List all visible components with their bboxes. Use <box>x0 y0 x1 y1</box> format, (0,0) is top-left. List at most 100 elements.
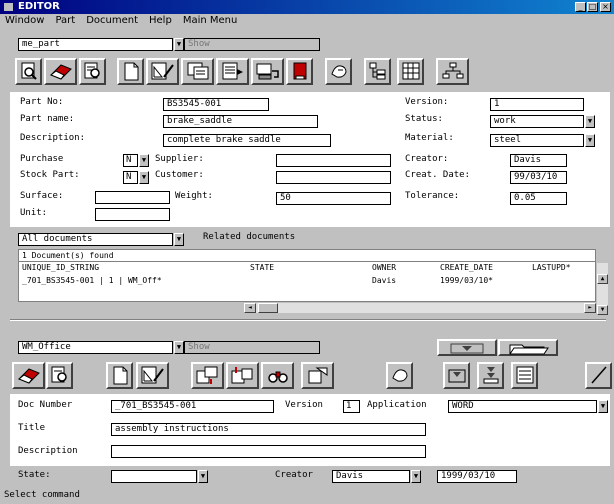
status-field[interactable]: work <box>490 115 584 128</box>
new-doc-button[interactable] <box>117 58 144 85</box>
surface-field[interactable] <box>95 191 170 204</box>
customer-field[interactable] <box>276 171 391 184</box>
doc-creator-field[interactable]: Davis <box>332 470 410 483</box>
column-create-date[interactable]: CREATE_DATE <box>440 262 493 273</box>
close-button[interactable]: × <box>600 2 611 12</box>
document-filter-select[interactable]: All documents <box>18 233 173 246</box>
office-show-field[interactable]: Show <box>184 341 320 354</box>
stock-part-field[interactable]: N <box>123 171 138 184</box>
unit-field[interactable] <box>95 208 170 221</box>
view-button[interactable] <box>79 58 106 85</box>
state-label: State: <box>18 470 51 480</box>
part-type-select[interactable]: me_part <box>18 38 173 51</box>
report-button[interactable] <box>216 58 249 85</box>
column-owner[interactable]: OWNER <box>372 262 396 273</box>
doc-drawing-button[interactable] <box>136 362 169 389</box>
doc-new-button[interactable] <box>106 362 133 389</box>
blank-page-icon <box>124 62 138 81</box>
scroll-up-button[interactable]: ▲ <box>597 274 608 284</box>
column-lastupd[interactable]: LASTUPD* <box>532 262 571 273</box>
search-doc-icon <box>21 62 37 80</box>
purchase-field[interactable]: N <box>123 154 138 167</box>
drawing-button[interactable] <box>146 58 179 85</box>
grid-table-icon <box>402 62 419 80</box>
erase-button[interactable] <box>44 58 77 85</box>
doc-list-button[interactable] <box>511 362 538 389</box>
folder-icon <box>509 344 549 355</box>
table-row[interactable]: _701_BS3545-001 | 1 | WM_Off* Davis 1999… <box>19 274 595 286</box>
doc-date-field[interactable]: 1999/03/10 <box>437 470 517 483</box>
creat-date-field[interactable]: 99/03/10 <box>510 171 567 184</box>
find-button[interactable] <box>261 362 294 389</box>
supplier-field[interactable] <box>276 154 391 167</box>
hierarchy-button[interactable] <box>436 58 469 85</box>
tolerance-field[interactable]: 0.05 <box>510 192 567 205</box>
doc-erase-button[interactable] <box>12 362 45 389</box>
office-select[interactable]: WM_Office <box>18 341 173 354</box>
application-field[interactable]: WORD <box>448 400 597 413</box>
book-button[interactable] <box>286 58 313 85</box>
doc-number-field[interactable]: _701_BS3545-001 <box>111 400 274 413</box>
weight-field[interactable]: 50 <box>276 192 391 205</box>
scroll-left-button[interactable]: ◄ <box>244 303 256 313</box>
column-unique-id[interactable]: UNIQUE_ID_STRING <box>22 262 99 273</box>
application-dropdown-icon[interactable]: ▼ <box>598 400 608 413</box>
status-bar-text: Select command <box>4 490 80 500</box>
doc-merge-button[interactable] <box>477 362 504 389</box>
material-field[interactable]: steel <box>490 134 584 147</box>
part-no-field[interactable]: BS3545-001 <box>163 98 269 111</box>
search-button[interactable] <box>15 58 42 85</box>
status-dropdown-icon[interactable]: ▼ <box>585 115 595 128</box>
weight-label: Weight: <box>175 191 213 201</box>
part-name-field[interactable]: brake_saddle <box>163 115 318 128</box>
state-dropdown-icon[interactable]: ▼ <box>198 470 208 483</box>
document-filter-dropdown-icon[interactable]: ▼ <box>174 233 184 246</box>
part-type-dropdown-icon[interactable]: ▼ <box>174 38 184 51</box>
material-dropdown-icon[interactable]: ▼ <box>585 134 595 147</box>
part-no-label: Part No: <box>20 97 64 107</box>
open-doc-button[interactable] <box>301 362 334 389</box>
horizontal-scroll-thumb[interactable] <box>258 303 278 313</box>
menu-main-menu[interactable]: Main Menu <box>183 14 238 27</box>
maximize-button[interactable]: □ <box>587 2 598 12</box>
doc-creator-dropdown-icon[interactable]: ▼ <box>411 470 421 483</box>
doc-view-button[interactable] <box>46 362 73 389</box>
move-down-button[interactable] <box>437 339 497 356</box>
column-state[interactable]: STATE <box>250 262 274 273</box>
open-folder-button[interactable] <box>498 339 558 356</box>
minimize-button[interactable]: _ <box>575 2 586 12</box>
doc-description-field[interactable] <box>111 445 426 458</box>
scroll-down-button[interactable]: ▼ <box>597 305 608 315</box>
description-field[interactable]: complete brake saddle <box>163 134 331 147</box>
doc-description-label: Description <box>18 446 78 456</box>
doc-sign-button[interactable] <box>386 362 413 389</box>
horizontal-scrollbar[interactable] <box>244 303 596 313</box>
part-show-field[interactable]: Show <box>184 38 320 51</box>
doc-version-field[interactable]: 1 <box>343 400 360 413</box>
structure-button[interactable] <box>364 58 391 85</box>
doc-download-button[interactable] <box>443 362 470 389</box>
doc-edit-button[interactable] <box>585 362 612 389</box>
menu-part[interactable]: Part <box>55 14 75 27</box>
eraser-icon <box>49 64 72 80</box>
menu-help[interactable]: Help <box>149 14 172 27</box>
table-button[interactable] <box>397 58 424 85</box>
office-dropdown-icon[interactable]: ▼ <box>174 341 184 354</box>
sign-button[interactable] <box>325 58 352 85</box>
checkin-button[interactable] <box>226 362 259 389</box>
creator-label: Creator: <box>405 154 449 164</box>
menu-window[interactable]: Window <box>5 14 44 27</box>
copy-button[interactable] <box>181 58 214 85</box>
checkout-button[interactable] <box>191 362 224 389</box>
creator-field[interactable]: Davis <box>510 154 567 167</box>
version-field[interactable]: 1 <box>490 98 584 111</box>
keyboard-export-icon <box>256 63 279 80</box>
scroll-right-button[interactable]: ► <box>584 303 596 313</box>
purchase-dropdown-icon[interactable]: ▼ <box>139 154 149 167</box>
menu-document[interactable]: Document <box>86 14 138 27</box>
state-field[interactable] <box>111 470 197 483</box>
doc-title-field[interactable]: assembly instructions <box>111 423 426 436</box>
export-button[interactable] <box>251 58 284 85</box>
stock-part-dropdown-icon[interactable]: ▼ <box>139 171 149 184</box>
row-unique-id: _701_BS3545-001 | 1 | WM_Off* <box>22 276 162 285</box>
